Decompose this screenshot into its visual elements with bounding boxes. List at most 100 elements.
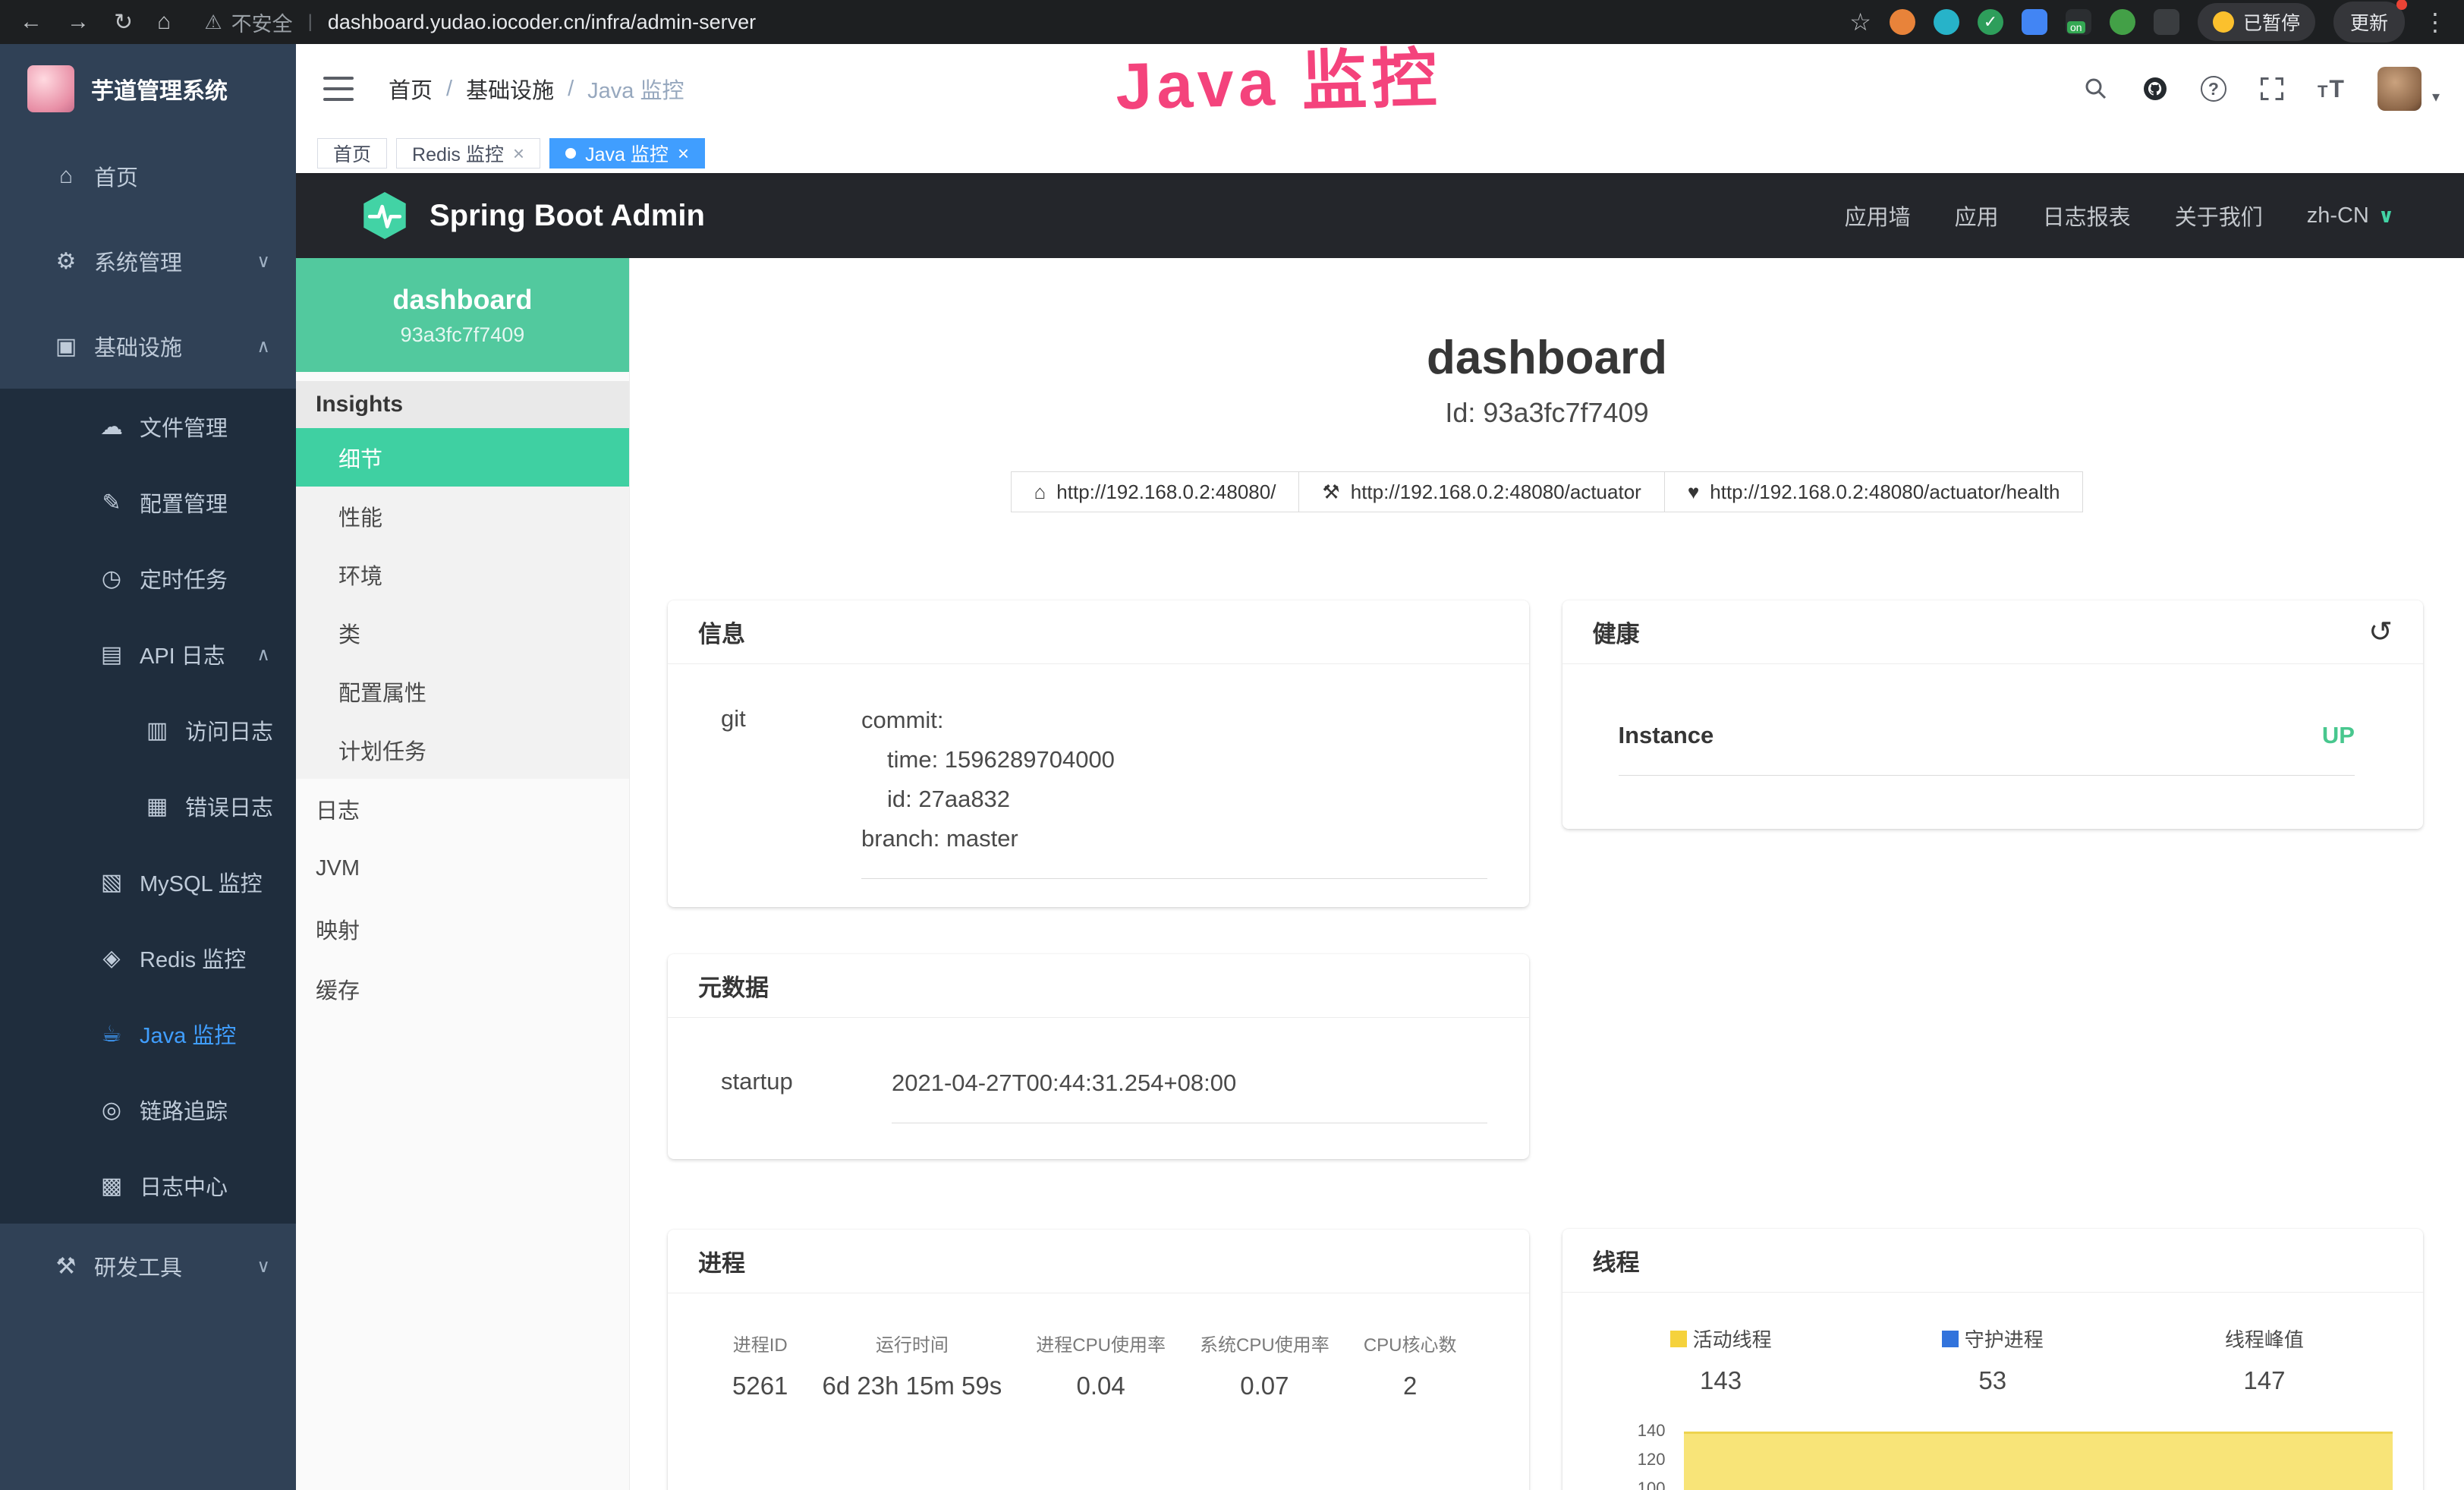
service-url-link[interactable]: ⌂ http://192.168.0.2:48080/ xyxy=(1011,471,1300,512)
health-card-title: 健康 xyxy=(1593,615,1640,649)
address-bar[interactable]: ⚠ 不安全 | dashboard.yudao.iocoder.cn/infra… xyxy=(204,8,756,37)
sidebar-item-label: 错误日志 xyxy=(185,790,273,822)
forward-icon[interactable]: → xyxy=(67,9,90,36)
y-axis-tick: 120 xyxy=(1597,1450,1666,1470)
timer-icon: ◷ xyxy=(94,565,129,592)
sidebar-item-file-management[interactable]: ☁ 文件管理 xyxy=(0,389,296,465)
sba-nav: 应用墙 应用 日志报表 关于我们 zh-CN ∨ xyxy=(1845,200,2464,232)
sba-menu-details[interactable]: 细节 xyxy=(296,428,629,487)
health-url-link[interactable]: ♥ http://192.168.0.2:48080/actuator/heal… xyxy=(1664,471,2084,512)
sidebar-item-infrastructure[interactable]: ▣ 基础设施 ∧ xyxy=(0,304,296,389)
extension-icon-5[interactable] xyxy=(2066,9,2091,35)
metric-label: 运行时间 xyxy=(823,1330,1002,1356)
file-icon: ☁ xyxy=(94,414,129,440)
sidebar-item-config-management[interactable]: ✎ 配置管理 xyxy=(0,465,296,540)
sidebar-item-java-monitor[interactable]: ☕ Java 监控 xyxy=(0,996,296,1072)
mysql-icon: ▧ xyxy=(94,869,129,896)
sba-locale-select[interactable]: zh-CN ∨ xyxy=(2307,203,2394,228)
sba-menu-performance[interactable]: 性能 xyxy=(296,487,629,545)
metric-value: 6d 23h 15m 59s xyxy=(823,1372,1002,1400)
legend-label-row: 线程峰值 xyxy=(2129,1325,2400,1353)
help-icon[interactable]: ? xyxy=(2201,76,2226,102)
legend-peak-threads: 线程峰值 147 xyxy=(2129,1325,2400,1395)
extension-icon-6[interactable] xyxy=(2110,9,2135,35)
redis-icon: ◈ xyxy=(94,945,129,972)
app-logo-row[interactable]: 芋道管理系统 xyxy=(0,44,296,134)
breadcrumb-home[interactable]: 首页 xyxy=(389,73,433,105)
sidebar-item-redis-monitor[interactable]: ◈ Redis 监控 xyxy=(0,920,296,996)
sidebar-item-home[interactable]: ⌂ 首页 xyxy=(0,134,296,219)
legend-label: 线程峰值 xyxy=(2225,1325,2304,1353)
sidebar-item-label: 文件管理 xyxy=(140,411,228,443)
actuator-url-link[interactable]: ⚒ http://192.168.0.2:48080/actuator xyxy=(1298,471,1664,512)
extension-icon-2[interactable] xyxy=(1934,9,1959,35)
sba-menu-logs[interactable]: 日志 xyxy=(296,779,629,839)
health-url-text: http://192.168.0.2:48080/actuator/health xyxy=(1710,480,2060,504)
sba-menu-mappings[interactable]: 映射 xyxy=(296,899,629,959)
sba-menu-config-properties[interactable]: 配置属性 xyxy=(296,662,629,720)
fullscreen-icon[interactable] xyxy=(2258,75,2286,102)
sidebar-item-dev-tools[interactable]: ⚒ 研发工具 ∨ xyxy=(0,1224,296,1309)
extension-icon-4[interactable] xyxy=(2022,9,2047,35)
avatar-caret-icon[interactable]: ▾ xyxy=(2432,87,2440,111)
sba-menu-jvm[interactable]: JVM xyxy=(296,839,629,899)
metric-label: CPU核心数 xyxy=(1364,1330,1457,1356)
bookmark-star-icon[interactable]: ☆ xyxy=(1849,8,1871,36)
browser-menu-icon[interactable]: ⋮ xyxy=(2423,8,2447,36)
extension-icon-7[interactable] xyxy=(2154,9,2179,35)
browser-home-icon[interactable]: ⌂ xyxy=(157,9,171,36)
sba-nav-journal[interactable]: 日志报表 xyxy=(2043,200,2131,232)
sba-menu-caches[interactable]: 缓存 xyxy=(296,959,629,1019)
font-size-icon[interactable]: TT xyxy=(2318,75,2346,103)
live-threads-swatch xyxy=(1670,1331,1687,1347)
reload-icon[interactable]: ↻ xyxy=(114,9,133,36)
infrastructure-submenu: ☁ 文件管理 ✎ 配置管理 ◷ 定时任务 ▤ API 日志 ∧ ▥ 访问日志 ▦ xyxy=(0,389,296,1224)
extension-icon-1[interactable] xyxy=(1890,9,1915,35)
tab-close-icon[interactable]: × xyxy=(678,143,689,163)
sba-menu-environment[interactable]: 环境 xyxy=(296,545,629,603)
sba-nav-about[interactable]: 关于我们 xyxy=(2175,200,2263,232)
actuator-url-text: http://192.168.0.2:48080/actuator xyxy=(1351,480,1641,504)
search-icon[interactable] xyxy=(2082,75,2110,102)
smiley-icon xyxy=(2213,11,2234,33)
sba-menu-scheduled-tasks[interactable]: 计划任务 xyxy=(296,720,629,779)
extension-icon-3[interactable] xyxy=(1978,9,2003,35)
tab-redis-monitor[interactable]: Redis 监控 × xyxy=(396,138,540,169)
tab-close-icon[interactable]: × xyxy=(513,143,524,163)
sidebar-item-system-management[interactable]: ⚙ 系统管理 ∨ xyxy=(0,219,296,304)
user-avatar[interactable] xyxy=(2377,67,2422,111)
tags-view-bar: 首页 Redis 监控 × Java 监控 × xyxy=(296,134,2464,173)
github-icon[interactable] xyxy=(2141,75,2169,102)
back-icon[interactable]: ← xyxy=(20,9,42,36)
sidebar-item-link-tracing[interactable]: ◎ 链路追踪 xyxy=(0,1072,296,1148)
sidebar-item-label: Java 监控 xyxy=(140,1018,236,1050)
update-button[interactable]: 更新 xyxy=(2333,2,2405,43)
info-card: 信息 git commit: time: 1596289704000 id: 2… xyxy=(668,600,1529,907)
sidebar-item-label: 基础设施 xyxy=(94,330,182,362)
history-icon[interactable]: ↺ xyxy=(2368,615,2393,649)
sba-brand-title[interactable]: Spring Boot Admin xyxy=(430,199,705,233)
sidebar-item-scheduled-tasks[interactable]: ◷ 定时任务 xyxy=(0,540,296,616)
sidebar-item-error-logs[interactable]: ▦ 错误日志 xyxy=(0,768,296,844)
tab-home[interactable]: 首页 xyxy=(317,138,387,169)
process-card-title: 进程 xyxy=(698,1244,745,1278)
sba-nav-applications[interactable]: 应用 xyxy=(1955,200,1999,232)
breadcrumb: 首页 / 基础设施 / Java 监控 xyxy=(389,73,684,105)
sidebar-item-api-logs[interactable]: ▤ API 日志 ∧ xyxy=(0,616,296,692)
tab-java-monitor[interactable]: Java 监控 × xyxy=(549,138,705,169)
app-sidebar: 芋道管理系统 ⌂ 首页 ⚙ 系统管理 ∨ ▣ 基础设施 ∧ ☁ 文件管理 ✎ 配… xyxy=(0,44,296,1490)
instance-header[interactable]: dashboard 93a3fc7f7409 xyxy=(296,258,629,372)
instance-name: dashboard xyxy=(392,284,532,316)
profile-paused-badge[interactable]: 已暂停 xyxy=(2198,3,2315,41)
sba-menu-classes[interactable]: 类 xyxy=(296,603,629,662)
breadcrumb-section[interactable]: 基础设施 xyxy=(466,73,554,105)
sba-nav-wallboard[interactable]: 应用墙 xyxy=(1845,200,1911,232)
sidebar-item-log-center[interactable]: ▩ 日志中心 xyxy=(0,1148,296,1224)
sidebar-item-access-logs[interactable]: ▥ 访问日志 xyxy=(0,692,296,768)
sidebar-collapse-icon[interactable] xyxy=(323,77,354,101)
sidebar-item-mysql-monitor[interactable]: ▧ MySQL 监控 xyxy=(0,844,296,920)
sba-menu-section-insights[interactable]: Insights xyxy=(296,381,629,428)
metadata-startup-row: startup 2021-04-27T00:44:31.254+08:00 xyxy=(721,1063,1487,1123)
metric-system-cpu: 系统CPU使用率 0.07 xyxy=(1200,1330,1330,1400)
header-actions: ? TT ▾ xyxy=(2082,67,2464,111)
